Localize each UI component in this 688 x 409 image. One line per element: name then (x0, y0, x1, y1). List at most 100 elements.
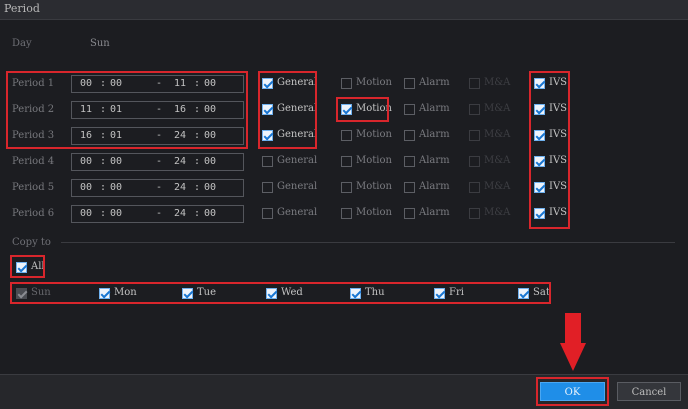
period-label: Period 1 (12, 78, 55, 89)
all-label: All (31, 261, 45, 272)
time-range-input[interactable]: 00:00-24:00 (71, 179, 244, 197)
mda-check-icon (469, 156, 480, 167)
end-hour[interactable]: 11 (174, 78, 186, 89)
period-label: Period 6 (12, 208, 55, 219)
end-hour[interactable]: 24 (174, 156, 186, 167)
end-minute[interactable]: 00 (204, 104, 216, 115)
time-range-input[interactable]: 00:00-24:00 (71, 153, 244, 171)
day-check-icon[interactable] (99, 288, 110, 299)
end-minute[interactable]: 00 (204, 130, 216, 141)
start-colon: : (100, 104, 107, 115)
motion-check-icon[interactable] (341, 78, 352, 89)
general-check-icon[interactable] (262, 78, 273, 89)
motion-label: Motion (356, 103, 392, 114)
start-hour[interactable]: 00 (80, 78, 92, 89)
ivs-check-icon[interactable] (534, 182, 545, 193)
alarm-check-icon[interactable] (404, 156, 415, 167)
start-hour[interactable]: 11 (80, 104, 92, 115)
start-colon: : (100, 208, 107, 219)
start-minute[interactable]: 00 (110, 208, 122, 219)
general-check-icon[interactable] (262, 104, 273, 115)
range-dash: - (156, 208, 163, 219)
end-minute[interactable]: 00 (204, 78, 216, 89)
ivs-check-icon[interactable] (534, 78, 545, 89)
time-range-input[interactable]: 00:00-11:00 (71, 75, 244, 93)
mda-check-icon (469, 208, 480, 219)
end-minute[interactable]: 00 (204, 208, 216, 219)
mda-check-icon (469, 182, 480, 193)
alarm-label: Alarm (419, 77, 450, 88)
alarm-label: Alarm (419, 129, 450, 140)
mda-label: M&A (484, 77, 511, 88)
day-check-icon[interactable] (434, 288, 445, 299)
mda-label: M&A (484, 103, 511, 114)
day-label: Sun (31, 287, 51, 298)
end-hour[interactable]: 24 (174, 130, 186, 141)
start-hour[interactable]: 00 (80, 182, 92, 193)
all-check-icon[interactable] (16, 262, 27, 273)
alarm-check-icon[interactable] (404, 182, 415, 193)
start-minute[interactable]: 01 (110, 130, 122, 141)
day-check-icon[interactable] (350, 288, 361, 299)
range-dash: - (156, 130, 163, 141)
motion-label: Motion (356, 129, 392, 140)
range-dash: - (156, 182, 163, 193)
mda-check-icon (469, 130, 480, 141)
general-label: General (277, 129, 318, 140)
range-dash: - (156, 156, 163, 167)
start-minute[interactable]: 00 (110, 78, 122, 89)
ivs-check-icon[interactable] (534, 104, 545, 115)
alarm-check-icon[interactable] (404, 104, 415, 115)
general-label: General (277, 181, 318, 192)
start-minute[interactable]: 00 (110, 182, 122, 193)
end-colon: : (194, 104, 201, 115)
day-check-icon[interactable] (182, 288, 193, 299)
general-check-icon[interactable] (262, 182, 273, 193)
motion-check-icon[interactable] (341, 104, 352, 115)
general-check-icon[interactable] (262, 156, 273, 167)
general-label: General (277, 103, 318, 114)
down-arrow-icon (560, 313, 586, 371)
day-check-icon (16, 288, 27, 299)
motion-check-icon[interactable] (341, 182, 352, 193)
general-check-icon[interactable] (262, 130, 273, 141)
alarm-check-icon[interactable] (404, 130, 415, 141)
start-hour[interactable]: 00 (80, 156, 92, 167)
ok-button[interactable]: OK (540, 382, 605, 401)
start-minute[interactable]: 01 (110, 104, 122, 115)
cancel-button[interactable]: Cancel (617, 382, 681, 401)
alarm-check-icon[interactable] (404, 78, 415, 89)
day-label: Thu (365, 287, 385, 298)
copy-to-divider (61, 242, 675, 243)
end-hour[interactable]: 24 (174, 182, 186, 193)
start-minute[interactable]: 00 (110, 156, 122, 167)
time-range-input[interactable]: 16:01-24:00 (71, 127, 244, 145)
ivs-check-icon[interactable] (534, 156, 545, 167)
start-hour[interactable]: 00 (80, 208, 92, 219)
general-check-icon[interactable] (262, 208, 273, 219)
alarm-label: Alarm (419, 155, 450, 166)
day-check-icon[interactable] (518, 288, 529, 299)
alarm-label: Alarm (419, 207, 450, 218)
end-hour[interactable]: 24 (174, 208, 186, 219)
period-label: Period 4 (12, 156, 55, 167)
motion-check-icon[interactable] (341, 130, 352, 141)
time-range-input[interactable]: 11:01-16:00 (71, 101, 244, 119)
motion-check-icon[interactable] (341, 156, 352, 167)
motion-check-icon[interactable] (341, 208, 352, 219)
ivs-check-icon[interactable] (534, 208, 545, 219)
end-minute[interactable]: 00 (204, 156, 216, 167)
time-range-input[interactable]: 00:00-24:00 (71, 205, 244, 223)
start-hour[interactable]: 16 (80, 130, 92, 141)
dialog-title: Period (4, 2, 40, 15)
ivs-check-icon[interactable] (534, 130, 545, 141)
end-hour[interactable]: 16 (174, 104, 186, 115)
day-value[interactable]: Sun (90, 38, 110, 49)
motion-label: Motion (356, 77, 392, 88)
day-check-icon[interactable] (266, 288, 277, 299)
general-label: General (277, 155, 318, 166)
alarm-check-icon[interactable] (404, 208, 415, 219)
period-label: Period 2 (12, 104, 55, 115)
end-minute[interactable]: 00 (204, 182, 216, 193)
mda-label: M&A (484, 207, 511, 218)
